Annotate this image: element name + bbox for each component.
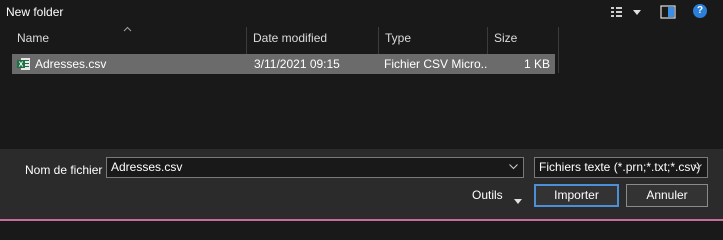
file-date-modified: 3/11/2021 09:15 <box>254 57 340 71</box>
toolbar: New folder ? <box>0 0 723 25</box>
filename-label: Nom de fichier : <box>25 163 110 177</box>
window-edge <box>0 219 723 221</box>
import-button[interactable]: Importer <box>534 184 619 207</box>
file-size: 1 KB <box>523 57 550 71</box>
help-icon[interactable]: ? <box>693 4 707 18</box>
filetype-select[interactable]: Fichiers texte (*.prn;*.txt;*.csv) <box>534 157 708 178</box>
cancel-button[interactable]: Annuler <box>626 184 708 207</box>
excel-csv-icon: X <box>17 57 31 71</box>
dialog-footer: Nom de fichier : Adresses.csv Fichiers t… <box>0 149 723 221</box>
column-header-date-modified[interactable]: Date modified <box>247 27 377 49</box>
view-options-button[interactable] <box>609 4 645 21</box>
chevron-down-icon <box>692 161 703 172</box>
svg-text:X: X <box>19 62 24 69</box>
column-header-type[interactable]: Type <box>379 27 487 49</box>
chevron-down-icon <box>633 10 641 15</box>
file-row[interactable]: X Adresses.csv 3/11/2021 09:15 Fichier C… <box>12 54 555 74</box>
column-header-size[interactable]: Size <box>488 27 558 49</box>
filename-value[interactable]: Adresses.csv <box>111 158 182 177</box>
filename-input[interactable]: Adresses.csv <box>106 157 524 178</box>
tools-menu-button[interactable]: Outils <box>472 188 503 202</box>
chevron-down-icon[interactable] <box>514 193 522 204</box>
file-name: Adresses.csv <box>35 57 107 71</box>
sort-ascending-icon <box>123 24 132 34</box>
folder-title: New folder <box>6 5 64 19</box>
view-options-icon <box>611 7 641 17</box>
file-list: Name Date modified Type Size X Adresses.… <box>0 25 723 149</box>
preview-pane-button[interactable] <box>660 4 676 20</box>
preview-pane-icon <box>660 5 676 19</box>
column-divider[interactable] <box>558 27 559 73</box>
filetype-value: Fichiers texte (*.prn;*.txt;*.csv) <box>539 160 701 174</box>
chevron-down-icon[interactable] <box>508 161 519 172</box>
file-type: Fichier CSV Micro... <box>384 57 488 71</box>
